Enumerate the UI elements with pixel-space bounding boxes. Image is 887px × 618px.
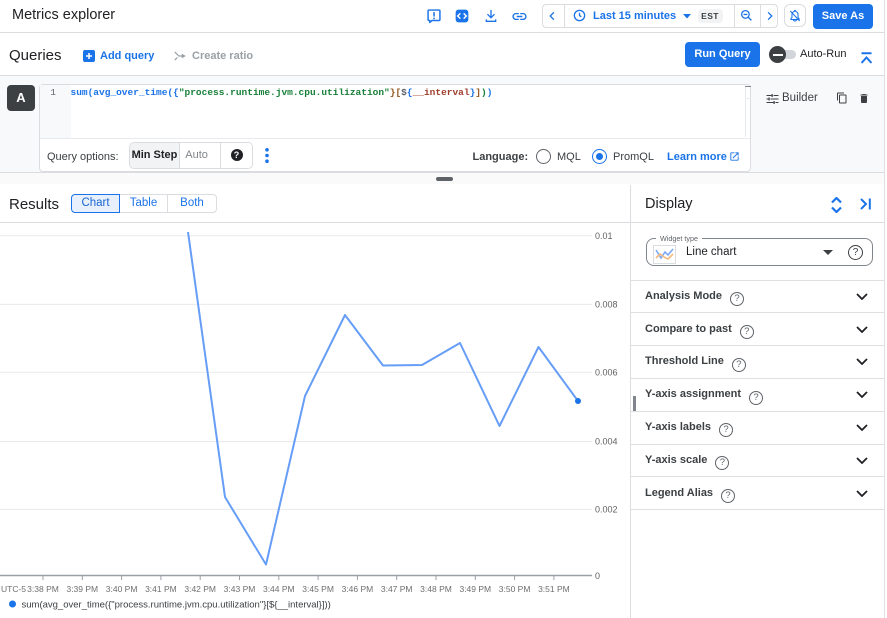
svg-text:0.006: 0.006	[595, 367, 618, 377]
svg-text:sum(avg_over_time({"process.ru: sum(avg_over_time({"process.runtime.jvm.…	[22, 600, 331, 611]
svg-text:3:39 PM: 3:39 PM	[66, 584, 98, 594]
svg-text:3:51 PM: 3:51 PM	[538, 584, 570, 594]
svg-text:UTC-5: UTC-5	[1, 584, 26, 594]
svg-text:3:43 PM: 3:43 PM	[224, 584, 256, 594]
svg-text:0.01: 0.01	[595, 231, 613, 241]
svg-text:0.004: 0.004	[595, 437, 618, 447]
svg-text:3:46 PM: 3:46 PM	[342, 584, 374, 594]
svg-text:3:38 PM: 3:38 PM	[27, 584, 59, 594]
svg-text:0: 0	[595, 571, 600, 581]
svg-text:3:45 PM: 3:45 PM	[302, 584, 334, 594]
svg-text:3:47 PM: 3:47 PM	[381, 584, 413, 594]
svg-text:3:41 PM: 3:41 PM	[145, 584, 177, 594]
svg-text:3:50 PM: 3:50 PM	[499, 584, 531, 594]
svg-text:3:48 PM: 3:48 PM	[420, 584, 452, 594]
svg-text:3:49 PM: 3:49 PM	[459, 584, 491, 594]
svg-text:0.008: 0.008	[595, 299, 618, 309]
svg-text:3:44 PM: 3:44 PM	[263, 584, 295, 594]
svg-text:0.002: 0.002	[595, 504, 618, 514]
svg-text:3:40 PM: 3:40 PM	[106, 584, 138, 594]
svg-text:3:42 PM: 3:42 PM	[184, 584, 216, 594]
